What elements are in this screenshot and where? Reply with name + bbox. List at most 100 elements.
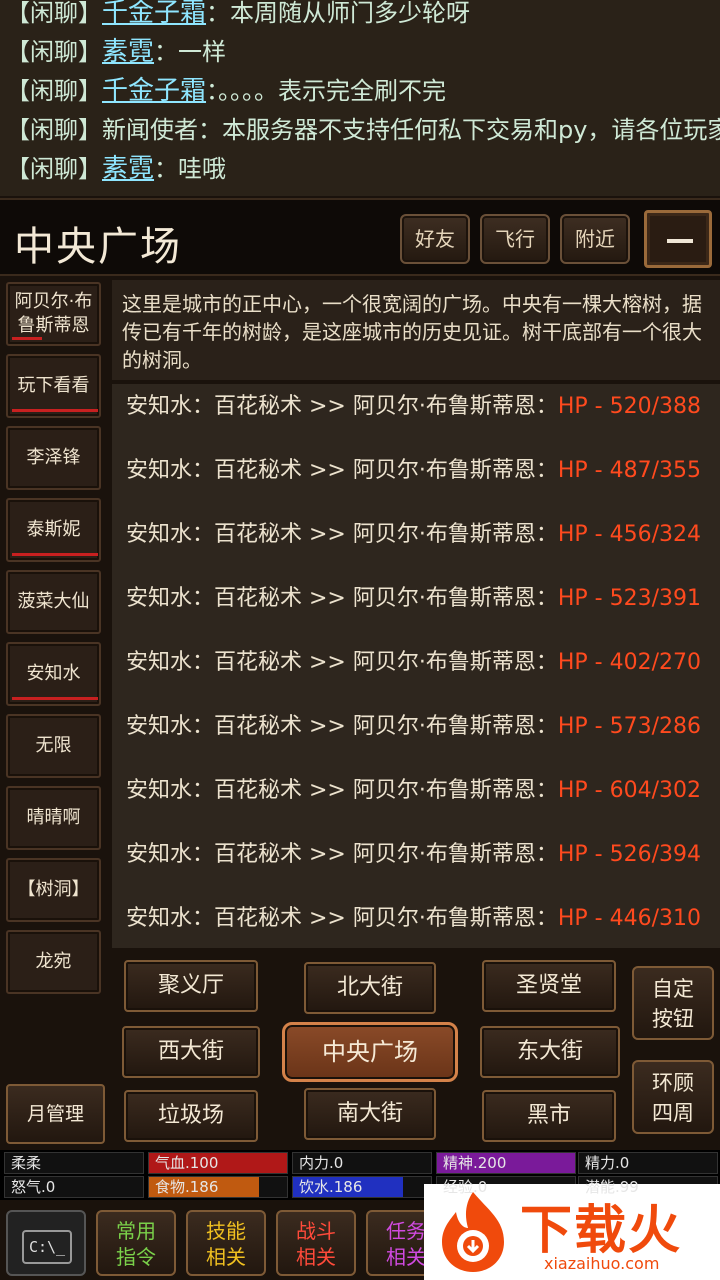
log-text: 安知水：百花秘术 >> 阿贝尔·布鲁斯蒂恩： — [126, 778, 558, 803]
npc-button[interactable]: 阿贝尔·布鲁斯蒂恩 — [6, 282, 101, 346]
chat-panel: 【闲聊】千金子霜：本周随从师门多少轮呀 【闲聊】素霓：一样 【闲聊】千金子霜：。。。… — [0, 0, 720, 196]
npc-name: 龙宛 — [35, 951, 72, 972]
bottom-menu-button[interactable]: 战斗 相关 — [276, 1210, 356, 1276]
stat-bar: 气血.100 — [148, 1152, 288, 1174]
log-hp: HP - 523/391 — [557, 586, 701, 611]
npc-button[interactable]: 【树洞】 — [6, 858, 101, 922]
npc-name: 【树洞】 — [17, 879, 90, 900]
chat-channel-tag: 【闲聊】 — [6, 116, 102, 144]
npc-button[interactable]: 泰斯妮 — [6, 498, 101, 562]
npc-button[interactable]: 龙宛 — [6, 930, 101, 994]
stat-bar: 精力.0 — [578, 1152, 718, 1174]
console-button[interactable]: C:\_ — [6, 1210, 86, 1276]
chat-sender[interactable]: 素霓 — [102, 154, 154, 184]
friends-button[interactable]: 好友 — [400, 214, 470, 264]
stat-label: 食物.186 — [155, 1178, 219, 1196]
log-hp: HP - 520/388 — [557, 394, 701, 419]
chat-channel-tag: 【闲聊】 — [6, 155, 102, 183]
chat-line: 【闲聊】千金子霜：本周随从师门多少轮呀 — [6, 0, 720, 37]
location-title: 中央广场 — [14, 224, 182, 270]
stat-label: 经验.0 — [443, 1178, 488, 1196]
stat-bar: 食物.186 — [148, 1176, 288, 1198]
npc-button[interactable]: 菠菜大仙 — [6, 570, 101, 634]
map-e-button[interactable]: 东大街 — [480, 1026, 620, 1078]
stat-bar: 柔柔 — [4, 1152, 144, 1174]
npc-button[interactable]: 玩下看看 — [6, 354, 101, 418]
map-sw-button[interactable]: 垃圾场 — [124, 1090, 258, 1142]
log-hp: HP - 487/355 — [557, 458, 701, 483]
map-se-button[interactable]: 黑市 — [482, 1090, 616, 1142]
log-text: 安知水：百花秘术 >> 阿贝尔·布鲁斯蒂恩： — [126, 522, 558, 547]
npc-name: 安知水 — [26, 663, 81, 684]
npc-hp-bar — [12, 337, 43, 340]
bottom-menu-button[interactable]: 常用 指令 — [96, 1210, 176, 1276]
map-navigation: 聚义厅 北大街 圣贤堂 西大街 中央广场 东大街 垃圾场 南大街 黑市 — [112, 950, 720, 1148]
npc-name: 无限 — [35, 735, 72, 756]
log-entry: 安知水：百花秘术 >> 阿贝尔·布鲁斯蒂恩：HP - 526/394 — [126, 840, 720, 904]
chat-channel-tag: 【闲聊】 — [6, 38, 102, 66]
stat-label: 内力.0 — [299, 1154, 344, 1172]
log-text: 安知水：百花秘术 >> 阿贝尔·布鲁斯蒂恩： — [126, 458, 558, 483]
log-entry: 安知水：百花秘术 >> 阿贝尔·布鲁斯蒂恩：HP - 487/355 — [126, 456, 720, 520]
map-s-button[interactable]: 南大街 — [304, 1088, 436, 1140]
custom-buttons-button[interactable]: 自定 按钮 — [632, 966, 714, 1040]
stat-bar: 精神.200 — [436, 1152, 576, 1174]
chat-sender: 新闻使者 — [102, 116, 198, 144]
map-ne-button[interactable]: 圣贤堂 — [482, 960, 616, 1012]
watermark: 下载火 xiazaihuo.com — [424, 1184, 720, 1280]
stat-label: 精神.200 — [443, 1154, 507, 1172]
npc-hp-bar — [12, 553, 98, 556]
log-hp: HP - 604/302 — [557, 778, 701, 803]
chat-line: 【闲聊】千金子霜：。。。。表示完全刷不完 — [6, 76, 720, 115]
chat-message: ：本周随从师门多少轮呀 — [206, 0, 471, 27]
log-text: 安知水：百花秘术 >> 阿贝尔·布鲁斯蒂恩： — [126, 586, 558, 611]
npc-name: 晴晴啊 — [26, 807, 81, 828]
log-entry: 安知水：百花秘术 >> 阿贝尔·布鲁斯蒂恩：HP - 456/324 — [126, 520, 720, 584]
log-hp: HP - 573/286 — [557, 714, 701, 739]
log-hp: HP - 446/310 — [557, 906, 701, 931]
log-hp: HP - 526/394 — [557, 842, 701, 867]
log-hp: HP - 456/324 — [557, 522, 701, 547]
map-center-button[interactable]: 中央广场 — [282, 1022, 458, 1082]
stat-bar: 内力.0 — [292, 1152, 432, 1174]
stat-label: 怒气.0 — [11, 1178, 56, 1196]
combat-log: 安知水：百花秘术 >> 阿贝尔·布鲁斯蒂恩：HP - 520/388 安知水：百花… — [112, 384, 720, 948]
log-entry: 安知水：百花秘术 >> 阿贝尔·布鲁斯蒂恩：HP - 402/270 — [126, 648, 720, 712]
fly-button[interactable]: 飞行 — [480, 214, 550, 264]
log-text: 安知水：百花秘术 >> 阿贝尔·布鲁斯蒂恩： — [126, 842, 558, 867]
log-text: 安知水：百花秘术 >> 阿贝尔·布鲁斯蒂恩： — [126, 650, 558, 675]
map-w-button[interactable]: 西大街 — [122, 1026, 260, 1078]
npc-name: 玩下看看 — [17, 375, 90, 396]
map-n-button[interactable]: 北大街 — [304, 962, 436, 1014]
chat-channel-tag: 【闲聊】 — [6, 0, 102, 27]
look-around-button[interactable]: 环顾 四周 — [632, 1060, 714, 1134]
chat-message: ：本服务器不支持任何私下交易和py，请各位玩家 — [198, 116, 720, 144]
npc-button[interactable]: 李泽锋 — [6, 426, 101, 490]
month-manage-button[interactable]: 月管理 — [6, 1084, 105, 1144]
log-entry: 安知水：百花秘术 >> 阿贝尔·布鲁斯蒂恩：HP - 523/391 — [126, 584, 720, 648]
stat-label: 气血.100 — [155, 1154, 219, 1172]
chat-line: 【闲聊】素霓：哇哦 — [6, 154, 720, 193]
nearby-button[interactable]: 附近 — [560, 214, 630, 264]
npc-button[interactable]: 无限 — [6, 714, 101, 778]
chat-sender[interactable]: 素霓 — [102, 37, 154, 67]
chat-sender[interactable]: 千金子霜 — [102, 76, 206, 106]
npc-name: 菠菜大仙 — [17, 591, 90, 612]
flame-logo-icon — [442, 1192, 504, 1272]
bottom-menu-button[interactable]: 技能 相关 — [186, 1210, 266, 1276]
console-icon: C:\_ — [22, 1230, 72, 1264]
log-entry: 安知水：百花秘术 >> 阿贝尔·布鲁斯蒂恩：HP - 520/388 — [126, 392, 720, 456]
stat-label: 潜能.99 — [585, 1178, 639, 1196]
npc-hp-bar — [12, 409, 98, 412]
stat-bar: 饮水.186 — [292, 1176, 432, 1198]
npc-name: 李泽锋 — [26, 447, 81, 468]
map-nw-button[interactable]: 聚义厅 — [124, 960, 258, 1012]
menu-button[interactable] — [644, 210, 712, 268]
npc-button[interactable]: 安知水 — [6, 642, 101, 706]
log-text: 安知水：百花秘术 >> 阿贝尔·布鲁斯蒂恩： — [126, 714, 558, 739]
chat-sender[interactable]: 千金子霜 — [102, 0, 206, 28]
title-bar: 中央广场 好友 飞行 附近 — [0, 198, 720, 276]
npc-button[interactable]: 晴晴啊 — [6, 786, 101, 850]
npc-list: 阿贝尔·布鲁斯蒂恩玩下看看李泽锋泰斯妮菠菜大仙安知水无限晴晴啊【树洞】龙宛 — [0, 278, 110, 998]
location-description: 这里是城市的正中心，一个很宽阔的广场。中央有一棵大榕树，据传已有千年的树龄，是这… — [112, 280, 720, 380]
